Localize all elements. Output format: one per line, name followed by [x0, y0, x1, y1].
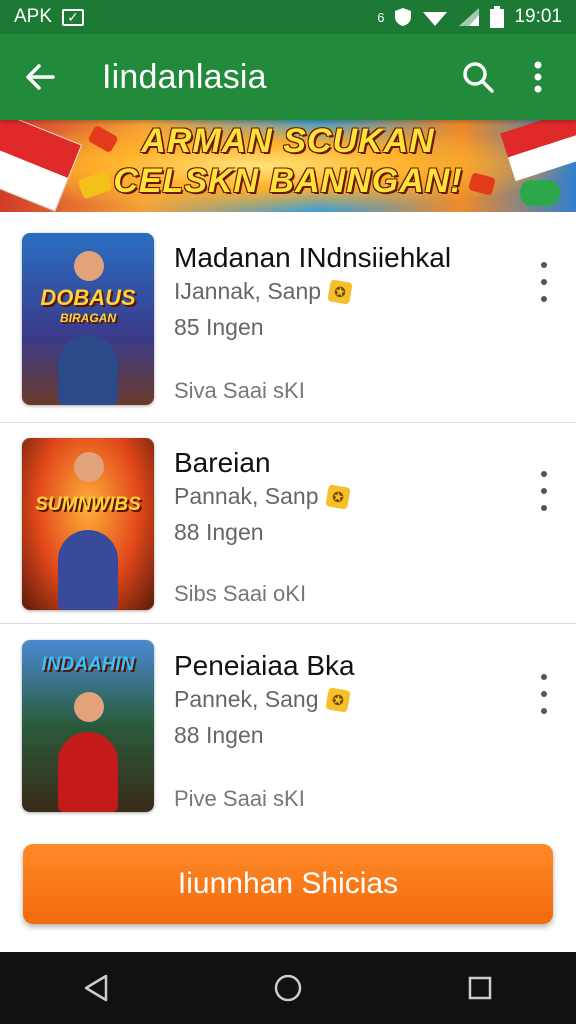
back-button[interactable]: [0, 34, 80, 120]
signal-label: 6: [377, 9, 385, 25]
app-thumbnail[interactable]: INDAAHIN: [22, 640, 154, 812]
signal-icon: [459, 8, 480, 26]
nav-back-button[interactable]: [66, 958, 126, 1018]
app-bar: Iindanlasia: [0, 34, 576, 120]
developer-text: IJannak, Sanp: [174, 278, 322, 304]
app-meta: Sibs Saai oKI: [174, 581, 307, 606]
character-figure: [58, 530, 118, 610]
shield-icon: [395, 8, 412, 26]
character-figure: [58, 732, 118, 812]
banner-headline-2: CELSKN BANNGAN!: [113, 162, 463, 200]
recents-square-icon: [468, 976, 492, 1000]
app-thumbnail[interactable]: DOBAUS BIRAGAN: [22, 233, 154, 405]
nav-home-button[interactable]: [258, 958, 318, 1018]
more-vert-icon[interactable]: [534, 471, 554, 511]
primary-action-button[interactable]: Iiunnhan Shicias: [23, 844, 553, 924]
status-apk-label: APK: [14, 6, 53, 27]
app-developer: Pannak, Sanp ✪: [174, 483, 351, 510]
list-item[interactable]: DOBAUS BIRAGAN Madanan INdnsiiehkal IJan…: [0, 212, 576, 423]
page-title: Iindanlasia: [102, 57, 267, 96]
app-developer: Pannek, Sang ✪: [174, 686, 351, 713]
search-icon: [463, 62, 494, 93]
thumbnail-title: DOBAUS: [40, 285, 136, 310]
battery-icon: [490, 6, 505, 28]
thumbnail-title: INDAAHIN: [41, 654, 135, 675]
app-name: Peneiaiaa Bka: [174, 650, 355, 681]
back-triangle-icon: [84, 974, 108, 1002]
back-arrow-icon: [26, 64, 55, 90]
app-size: 85 Ingen: [174, 314, 264, 340]
app-meta: Pive Saai sKI: [174, 786, 305, 811]
developer-text: Pannak, Sanp: [174, 483, 319, 509]
home-circle-icon: [274, 974, 302, 1002]
status-bar-right: 6 19:01: [377, 6, 562, 28]
more-vert-icon[interactable]: [534, 674, 554, 714]
app-developer: IJannak, Sanp ✪: [174, 278, 353, 305]
app-meta: Siva Saai sKI: [174, 378, 305, 403]
thumbnail-title: SUMNWIBS: [35, 494, 141, 515]
status-bar-left: APK ✓: [14, 6, 85, 28]
verified-badge-icon: ✪: [324, 483, 351, 510]
status-time: 19:01: [514, 6, 562, 27]
verified-badge-icon: ✪: [324, 686, 351, 713]
banner-headline-1: ARMAN SCUKAN: [141, 122, 435, 160]
more-vert-icon: [534, 61, 542, 93]
thumbnail-subtitle: BIRAGAN: [60, 311, 116, 325]
app-size: 88 Ingen: [174, 519, 264, 545]
list-item[interactable]: SUMNWIBS Bareian Pannak, Sanp ✪ 88 Ingen…: [0, 423, 576, 624]
app-size: 88 Ingen: [174, 722, 264, 748]
app-name: Bareian: [174, 447, 271, 478]
check-box-icon: ✓: [62, 8, 85, 26]
overflow-menu-button[interactable]: [508, 34, 568, 120]
promo-banner[interactable]: ARMAN SCUKAN CELSKN BANNGAN!: [0, 120, 576, 212]
developer-text: Pannek, Sang: [174, 686, 319, 712]
app-name: Madanan INdnsiiehkal: [174, 242, 452, 273]
character-head: [74, 452, 104, 482]
character-head: [74, 692, 104, 722]
system-nav-bar: [0, 952, 576, 1024]
wifi-icon: [423, 12, 448, 26]
nav-recents-button[interactable]: [450, 958, 510, 1018]
more-vert-icon[interactable]: [534, 262, 554, 302]
app-thumbnail[interactable]: SUMNWIBS: [22, 438, 154, 610]
character-head: [74, 251, 104, 281]
app-list: DOBAUS BIRAGAN Madanan INdnsiiehkal IJan…: [0, 212, 576, 834]
verified-badge-icon: ✪: [327, 278, 353, 305]
status-bar: APK ✓ 6 19:01: [0, 0, 576, 34]
character-figure: [58, 335, 118, 405]
search-button[interactable]: [448, 34, 508, 120]
list-item[interactable]: INDAAHIN Peneiaiaa Bka Pannek, Sang ✪ 88…: [0, 624, 576, 834]
